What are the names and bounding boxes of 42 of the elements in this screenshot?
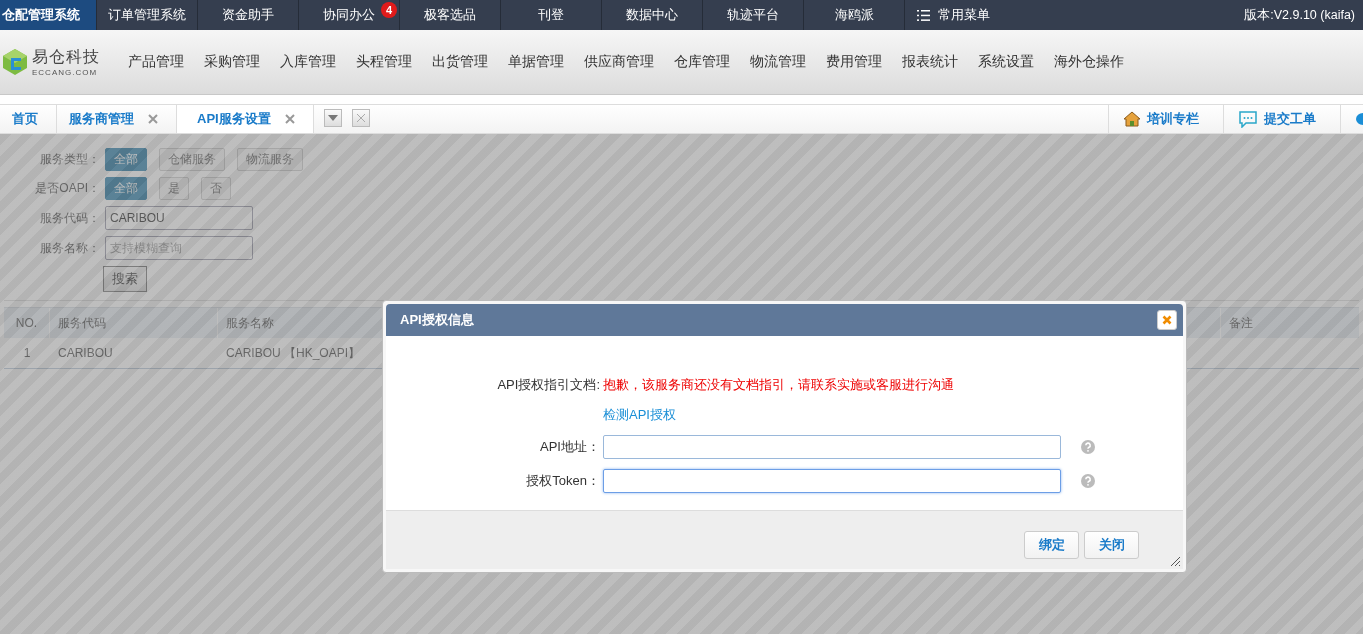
check-authorization-link[interactable]: 检测API授权	[603, 406, 676, 424]
filter-label: 是否OAPI：	[34, 180, 100, 197]
table-cell-text: CARIBOU 【HK_OAPI】	[225, 344, 362, 362]
common-menu-button[interactable]: 常用菜单	[905, 0, 990, 30]
nav-menu-item[interactable]: 产品管理	[128, 53, 184, 71]
nav-menu-item[interactable]: 出货管理	[432, 53, 488, 71]
nav-menu-item[interactable]: 物流管理	[750, 53, 806, 71]
filter-label: 服务类型：	[39, 151, 100, 168]
logo-subtext: ECCANG.COM	[32, 68, 99, 77]
nav-menu-item[interactable]: 采购管理	[204, 53, 260, 71]
table-cell-text: CARIBOU	[57, 345, 114, 362]
logo-text: 易仓科技	[32, 47, 100, 67]
input-field[interactable]: CARIBOU	[105, 206, 253, 230]
column-header: 服务代码	[50, 308, 218, 338]
system-tab[interactable]: 仓配管理系统	[0, 0, 97, 30]
table-cell-text: 1	[22, 345, 32, 362]
column-header: 备注	[1221, 308, 1361, 338]
field-label: API授权指引文档:	[496, 376, 600, 394]
nav-menu-item[interactable]: 海外仓操作	[1054, 53, 1124, 71]
column-header: NO.	[4, 308, 50, 338]
nav-menu-item[interactable]: 入库管理	[280, 53, 336, 71]
field-label: 服务名称：	[39, 239, 100, 257]
dialog-button[interactable]: 关闭	[1084, 531, 1139, 559]
nav-menu-item[interactable]: 仓库管理	[674, 53, 730, 71]
nav-menu-item[interactable]: 费用管理	[826, 53, 882, 71]
notification-badge: 4	[381, 2, 397, 18]
nav-menu-item[interactable]: 供应商管理	[584, 53, 654, 71]
dialog-title: API授权信息	[400, 311, 474, 329]
quick-link[interactable]: 提交工单	[1223, 105, 1340, 133]
field-label: 服务代码：	[39, 209, 100, 227]
page-tab[interactable]: 首页	[0, 105, 57, 133]
dialog-button[interactable]: 绑定	[1024, 531, 1079, 559]
nav-menu-item[interactable]: 系统设置	[978, 53, 1034, 71]
nav-menu-item[interactable]: 头程管理	[356, 53, 412, 71]
field-label: API地址：	[539, 438, 600, 456]
nav-menu-item[interactable]: 单据管理	[508, 53, 564, 71]
nav-menu-item[interactable]: 报表统计	[902, 53, 958, 71]
version-text: 版本:V2.9.10 (kaifa)	[1244, 6, 1356, 24]
error-message: 抱歉，该服务商还没有文档指引，请联系实施或客服进行沟通	[603, 376, 954, 394]
quick-link[interactable]: 培训专栏	[1108, 105, 1223, 133]
field-label: 授权Token：	[525, 472, 600, 490]
page-tab[interactable]: API服务设置	[177, 105, 314, 133]
